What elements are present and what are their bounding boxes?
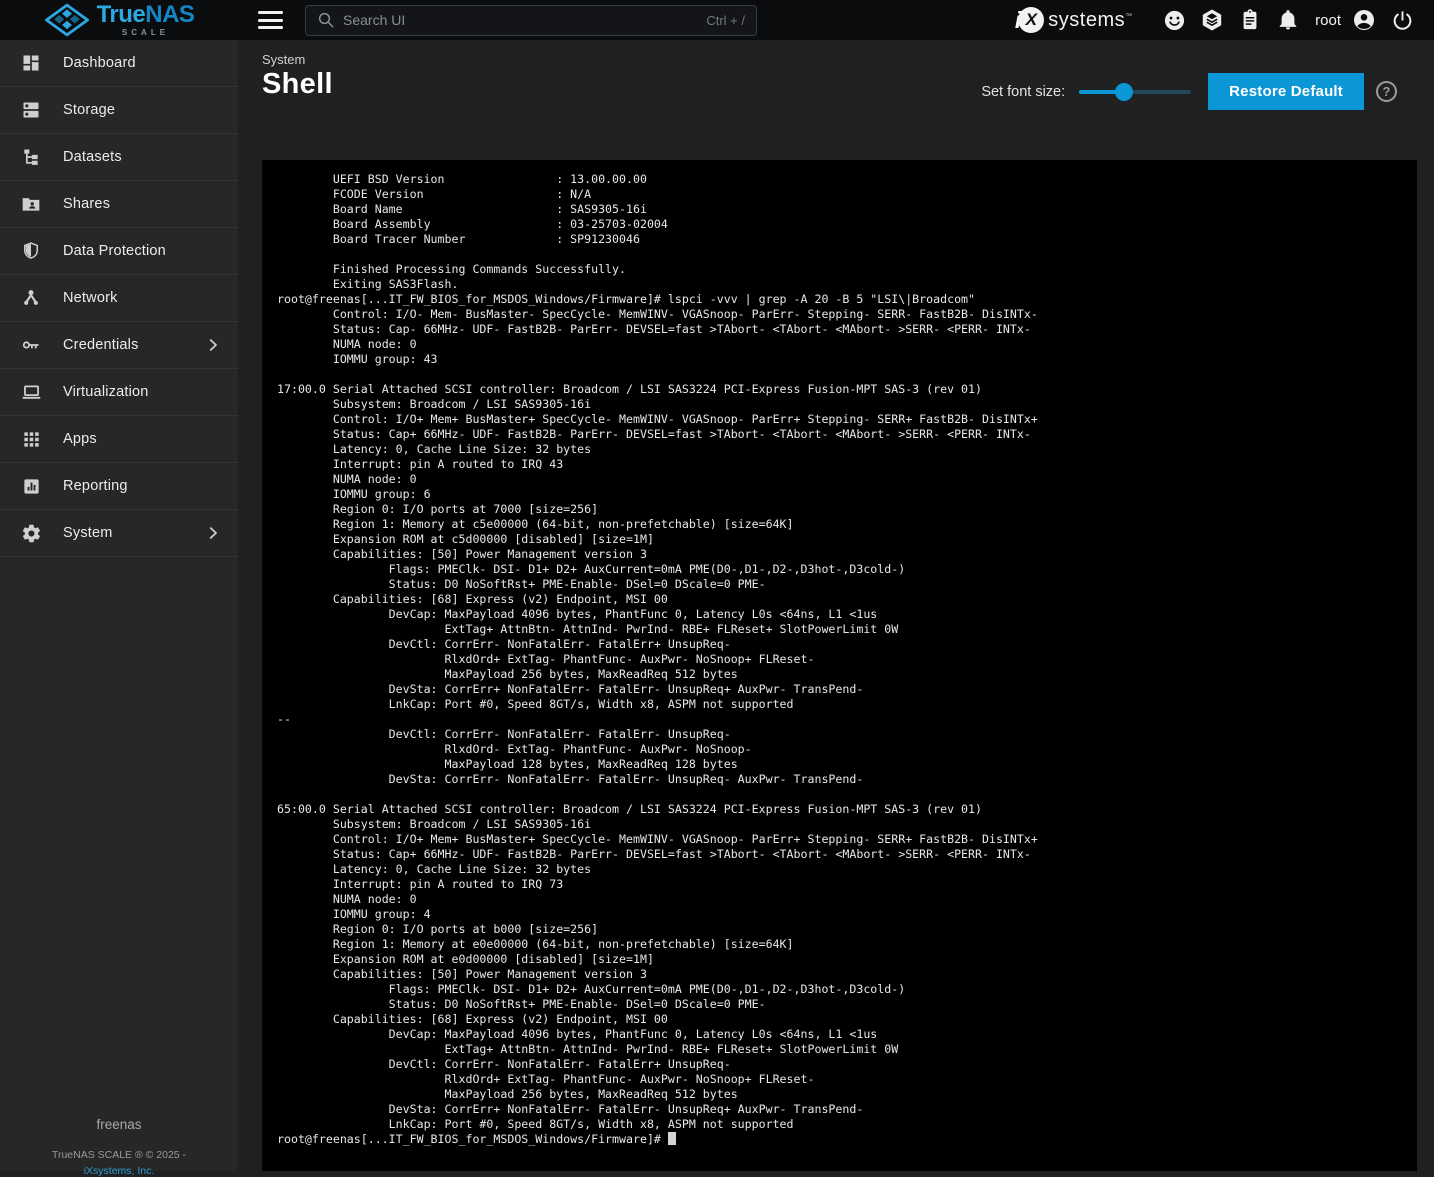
- sidebar-item-label: Apps: [63, 431, 97, 447]
- hostname-label: freenas: [0, 1117, 238, 1132]
- shield-icon: [20, 240, 42, 262]
- ixsystems-logo: i X systems ™: [1015, 7, 1132, 34]
- copyright-label: TrueNAS SCALE ® © 2025 -: [0, 1149, 238, 1161]
- sidebar-item-label: Network: [63, 290, 118, 306]
- search-icon: [317, 11, 335, 29]
- feedback-smiley-icon[interactable]: [1155, 0, 1193, 40]
- gear-icon: [20, 522, 42, 544]
- sidebar-item-label: Datasets: [63, 149, 122, 165]
- sidebar-item-label: Virtualization: [63, 384, 149, 400]
- sidebar-item-label: Dashboard: [63, 55, 136, 71]
- power-icon[interactable]: [1383, 0, 1421, 40]
- brand-name: TrueNAS: [97, 3, 195, 27]
- sidebar-item-apps[interactable]: Apps: [0, 416, 238, 463]
- search-input[interactable]: [343, 12, 706, 28]
- sidebar-item-storage[interactable]: Storage: [0, 87, 238, 134]
- user-avatar-icon[interactable]: [1345, 0, 1383, 40]
- laptop-icon: [20, 381, 42, 403]
- sidebar-item-virtualization[interactable]: Virtualization: [0, 369, 238, 416]
- jobs-clipboard-icon[interactable]: [1231, 0, 1269, 40]
- main-content: System Shell Set font size: Restore Defa…: [238, 40, 1434, 1171]
- restore-default-button[interactable]: Restore Default: [1208, 73, 1364, 110]
- sidebar-item-network[interactable]: Network: [0, 275, 238, 322]
- sidebar-item-label: Data Protection: [63, 243, 166, 259]
- sidebar-item-shares[interactable]: Shares: [0, 181, 238, 228]
- sidebar-item-label: Credentials: [63, 337, 139, 353]
- page-title: Shell: [262, 68, 333, 101]
- sidebar-item-data-protection[interactable]: Data Protection: [0, 228, 238, 275]
- truenas-logo: TrueNAS SCALE: [0, 0, 238, 40]
- terminal-output: UEFI BSD Version : 13.00.00.00 FCODE Ver…: [277, 172, 1417, 1147]
- terminal[interactable]: UEFI BSD Version : 13.00.00.00 FCODE Ver…: [262, 160, 1417, 1171]
- sidebar-item-dashboard[interactable]: Dashboard: [0, 40, 238, 87]
- shares-icon: [20, 193, 42, 215]
- datasets-icon: [20, 146, 42, 168]
- sidebar-footer: freenas TrueNAS SCALE ® © 2025 - iXsyste…: [0, 1117, 238, 1177]
- sidebar: Dashboard Storage Datasets: [0, 40, 238, 1171]
- dashboard-icon: [20, 52, 42, 74]
- key-icon: [20, 334, 42, 356]
- chevron-right-icon: [204, 336, 222, 354]
- font-size-slider-thumb[interactable]: [1115, 83, 1133, 101]
- sidebar-item-credentials[interactable]: Credentials: [0, 322, 238, 369]
- sidebar-item-system[interactable]: System: [0, 510, 238, 557]
- network-icon: [20, 287, 42, 309]
- help-icon[interactable]: ?: [1376, 81, 1397, 102]
- terminal-text: UEFI BSD Version : 13.00.00.00 FCODE Ver…: [277, 172, 1038, 1146]
- sidebar-item-label: System: [63, 525, 113, 541]
- sidebar-item-reporting[interactable]: Reporting: [0, 463, 238, 510]
- truecommand-icon[interactable]: [1193, 0, 1231, 40]
- bar-chart-icon: [20, 475, 42, 497]
- apps-grid-icon: [20, 428, 42, 450]
- terminal-cursor: [668, 1132, 676, 1145]
- sidebar-item-label: Reporting: [63, 478, 128, 494]
- brand-edition: SCALE: [122, 29, 169, 37]
- font-size-label: Set font size:: [981, 84, 1065, 100]
- search-shortcut-hint: Ctrl + /: [706, 13, 745, 28]
- storage-icon: [20, 99, 42, 121]
- sidebar-item-datasets[interactable]: Datasets: [0, 134, 238, 181]
- topbar: TrueNAS SCALE Ctrl + / i X systems ™: [0, 0, 1434, 40]
- username-label: root: [1315, 12, 1341, 29]
- chevron-right-icon: [204, 524, 222, 542]
- vendor-link[interactable]: iXsystems, Inc.: [0, 1165, 238, 1177]
- breadcrumb[interactable]: System: [262, 52, 305, 67]
- sidebar-item-label: Storage: [63, 102, 115, 118]
- alerts-bell-icon[interactable]: [1269, 0, 1307, 40]
- search-box[interactable]: Ctrl + /: [305, 5, 757, 36]
- truenas-logo-icon: [44, 3, 90, 37]
- hamburger-icon[interactable]: [258, 11, 283, 29]
- ixsystems-x-badge: X: [1018, 7, 1044, 33]
- shell-controls: Set font size: Restore Default ?: [981, 73, 1397, 110]
- font-size-slider[interactable]: [1079, 83, 1191, 101]
- topbar-right: i X systems ™: [1015, 0, 1434, 40]
- sidebar-item-label: Shares: [63, 196, 110, 212]
